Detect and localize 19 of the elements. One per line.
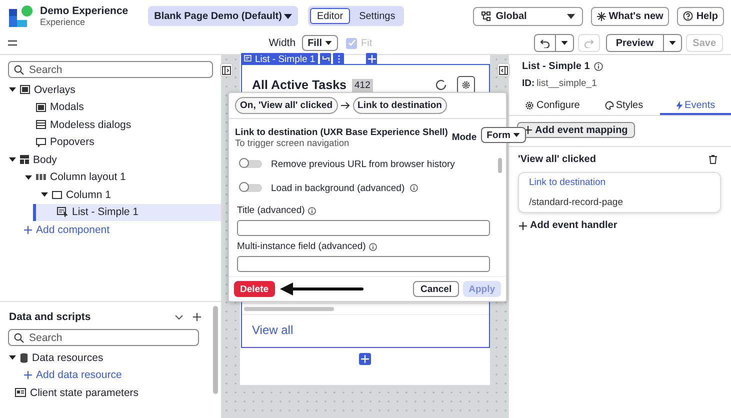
toggle-label: Load in background (advanced): [271, 182, 405, 194]
id-label: ID:: [522, 78, 535, 89]
component-title: List - Simple 1: [522, 61, 590, 72]
field-label: Multi-instance field (advanced): [237, 241, 366, 252]
handler-destination: /standard-record-page: [529, 197, 624, 208]
action-description: To trigger screen navigation: [235, 138, 350, 148]
event-name: 'View all' clicked: [518, 154, 596, 165]
count-badge: 412: [352, 78, 374, 92]
field-label: Title (advanced): [237, 205, 305, 216]
id-value: list__simple_1: [536, 78, 597, 89]
fit-label: Fit: [361, 38, 372, 48]
width-label: Width: [268, 37, 296, 49]
action-title: Link to destination (UXR Base Experience Shell): [235, 127, 448, 137]
mode-label: Mode: [452, 132, 477, 143]
app-subtitle: Experience: [40, 17, 86, 27]
card-title: All Active Tasks: [252, 78, 346, 92]
app-title: Demo Experience: [40, 5, 128, 17]
toggle-label: Remove previous URL from browser history: [271, 158, 455, 170]
section-title: Data and scripts: [9, 311, 91, 323]
